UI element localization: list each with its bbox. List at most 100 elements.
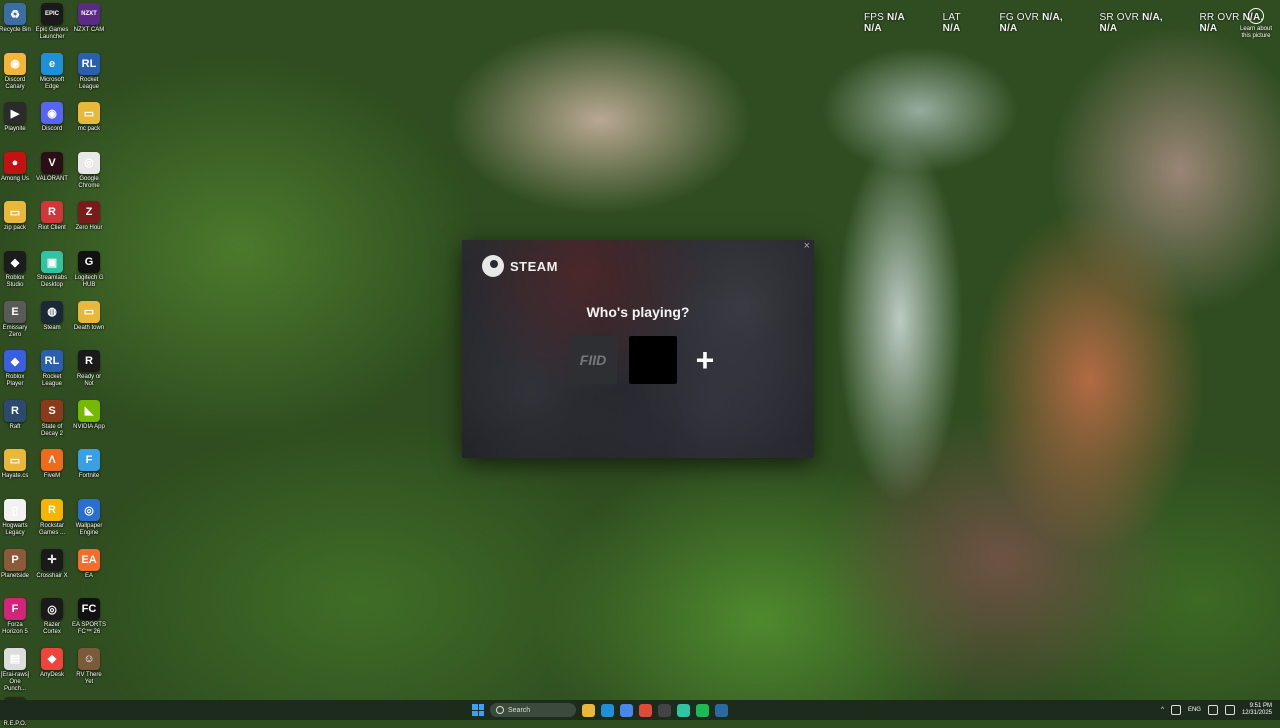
desktop-icon[interactable]: ▭ Hayate.cs <box>0 449 32 480</box>
desktop-icon-label: EA <box>84 572 93 579</box>
desktop-icon[interactable]: ▶ Playnite <box>0 102 32 133</box>
desktop-icon-label: Rockstar Games ... <box>38 523 65 536</box>
add-profile-button[interactable]: + <box>689 336 721 384</box>
desktop-icon[interactable]: ◆ AnyDesk <box>35 647 69 679</box>
desktop-icon[interactable]: ◍ Steam <box>35 300 69 332</box>
volume-icon[interactable] <box>1224 705 1235 715</box>
taskbar-search[interactable]: Search <box>490 703 576 717</box>
file-explorer-icon[interactable] <box>582 703 595 717</box>
desktop-icon-label: Hogwarts Legacy <box>2 523 28 536</box>
desktop-icon[interactable]: RL Rocket League <box>72 52 106 91</box>
state-of-decay-icon: S <box>41 399 63 422</box>
start-button[interactable] <box>472 704 484 716</box>
desktop-icon-label: Steam <box>43 324 61 331</box>
store-icon[interactable] <box>620 703 633 717</box>
desktop-icon[interactable]: ◆ Roblox Studio <box>0 251 32 289</box>
zip-folder-icon: ▭ <box>4 201 26 224</box>
desktop-icon[interactable]: EA EA <box>72 548 106 580</box>
profile-avatar-1-tag: FIID <box>579 352 607 368</box>
profile-avatar-2[interactable] <box>629 336 677 384</box>
edge-icon[interactable] <box>601 703 614 717</box>
desktop-icon[interactable]: ◣ NVIDIA App <box>72 399 106 431</box>
desktop-icon[interactable]: F Fortnite <box>72 449 106 480</box>
desktop-icon[interactable]: ▯ Hogwarts Legacy <box>0 499 32 537</box>
desktop-icon-label: Microsoft Edge <box>39 76 65 90</box>
desktop-icon[interactable]: V VALORANT <box>35 151 69 183</box>
desktop-icon-label: Planetside <box>0 572 30 579</box>
desktop-icon[interactable]: R Rockstar Games ... <box>35 499 69 537</box>
rocket-league-icon: RL <box>78 52 100 75</box>
desktop-icon-label: Crosshair X <box>36 572 68 579</box>
desktop-icon-label: Logitech G HUB <box>74 275 104 288</box>
desktop-icon[interactable]: ◆ Roblox Player <box>0 350 32 388</box>
desktop-icon[interactable]: ◉ Discord <box>35 102 69 133</box>
desktop-icon-label: AnyDesk <box>39 671 64 678</box>
desktop-icon-label: Wallpaper Engine <box>75 523 103 536</box>
folder-icon: ▭ <box>4 449 26 472</box>
desktop-icon[interactable]: ▣ Streamlabs Desktop <box>35 251 69 289</box>
streamlabs-icon[interactable] <box>677 703 690 717</box>
microphone-icon[interactable] <box>1170 705 1181 715</box>
desktop-icon[interactable]: ▭ mc pack <box>72 102 106 133</box>
folder-icon: ▭ <box>78 300 100 323</box>
terminal-icon[interactable] <box>658 703 671 717</box>
desktop-icon[interactable]: ✛ Crosshair X <box>35 548 69 580</box>
desktop-icon[interactable]: E Emissary Zero <box>0 300 32 339</box>
learn-about-picture[interactable]: Learn about this picture <box>1236 8 1276 40</box>
steam-icon[interactable] <box>715 703 728 717</box>
desktop-icon-label: Hayate.cs <box>1 473 29 480</box>
discord-icon: ◉ <box>41 102 63 125</box>
chrome-icon[interactable] <box>639 703 652 717</box>
performance-overlay: FPS N/A N/A LAT N/A FG OVR N/A, N/A SR O… <box>864 12 1280 34</box>
desktop-icon[interactable]: S State of Decay 2 <box>35 399 69 438</box>
desktop-icon[interactable]: R Ready or Not <box>72 350 106 388</box>
discord-canary-icon: ◉ <box>4 52 26 75</box>
desktop-icon[interactable]: R Riot Client <box>35 201 69 232</box>
desktop-icon[interactable]: R Raft <box>0 399 32 431</box>
fps-stat: FPS N/A N/A <box>864 12 905 34</box>
clock[interactable]: 9:51 PM 12/31/2025 <box>1242 703 1272 717</box>
desktop-icon-label: Zero Hour <box>75 225 103 232</box>
desktop-icon[interactable]: Λ FiveM <box>35 449 69 480</box>
desktop-icon-label: NVIDIA App <box>73 423 105 430</box>
desktop-icon[interactable]: ♻ Recycle Bin <box>0 3 32 34</box>
desktop-icon[interactable]: Z Zero Hour <box>72 201 106 232</box>
network-icon[interactable] <box>1207 705 1218 715</box>
spotify-icon[interactable] <box>696 703 709 717</box>
desktop-icon[interactable]: ▭ zip pack <box>0 201 32 232</box>
chevron-up-icon[interactable]: ^ <box>1161 707 1164 713</box>
desktop-icon[interactable]: ◎ Razer Cortex <box>35 598 69 636</box>
chrome-icon: ◎ <box>78 151 100 174</box>
roblox-studio-icon: ◆ <box>4 251 26 273</box>
desktop-icon[interactable]: ◎ Wallpaper Engine <box>72 499 106 537</box>
desktop-icon[interactable]: ◉ Discord Canary <box>0 52 32 91</box>
desktop-icon[interactable]: ☺ RV There Yet <box>72 647 106 686</box>
system-tray: ^ ENG 9:51 PM 12/31/2025 <box>1161 700 1272 720</box>
desktop-icon[interactable]: ▭ Death town <box>72 300 106 332</box>
desktop-icon[interactable]: F Forza Horizon 5 <box>0 598 32 636</box>
raft-icon: R <box>4 399 26 422</box>
desktop-icon[interactable]: FC EA SPORTS FC™ 26 <box>72 598 106 636</box>
desktop-icon[interactable]: ◎ Google Chrome <box>72 151 106 190</box>
desktop-icon[interactable]: e Microsoft Edge <box>35 52 69 91</box>
desktop-icon[interactable]: P Planetside <box>0 548 32 580</box>
taskbar-center: Search <box>472 700 728 720</box>
profile-avatar-1[interactable]: FIID <box>569 336 617 384</box>
desktop-icon[interactable]: G Logitech G HUB <box>72 251 106 289</box>
desktop-icon[interactable]: EPIC Epic Games Launcher <box>35 3 69 41</box>
steam-wordmark: STEAM <box>510 258 558 274</box>
desktop-icon[interactable]: ▤ [Erai-raws] One Punch... <box>0 647 32 693</box>
language-indicator[interactable]: ENG <box>1188 707 1201 713</box>
fortnite-icon: F <box>78 449 100 472</box>
desktop-icon-label: Rocket League <box>41 374 63 388</box>
ea-sports-fc-icon: FC <box>78 598 100 621</box>
desktop-icon[interactable]: ● Among Us <box>0 151 32 183</box>
close-button[interactable]: × <box>804 240 810 252</box>
profile-list: FIID + <box>569 336 721 384</box>
video-file-icon: ▤ <box>4 647 26 670</box>
emissary-zero-icon: E <box>4 300 26 323</box>
desktop-icon[interactable]: RL Rocket League <box>35 350 69 388</box>
desktop-icon[interactable]: NZXT NZXT CAM <box>72 3 106 34</box>
pinned-apps <box>582 703 728 717</box>
fg-ovr-stat: FG OVR N/A, N/A <box>999 12 1063 34</box>
